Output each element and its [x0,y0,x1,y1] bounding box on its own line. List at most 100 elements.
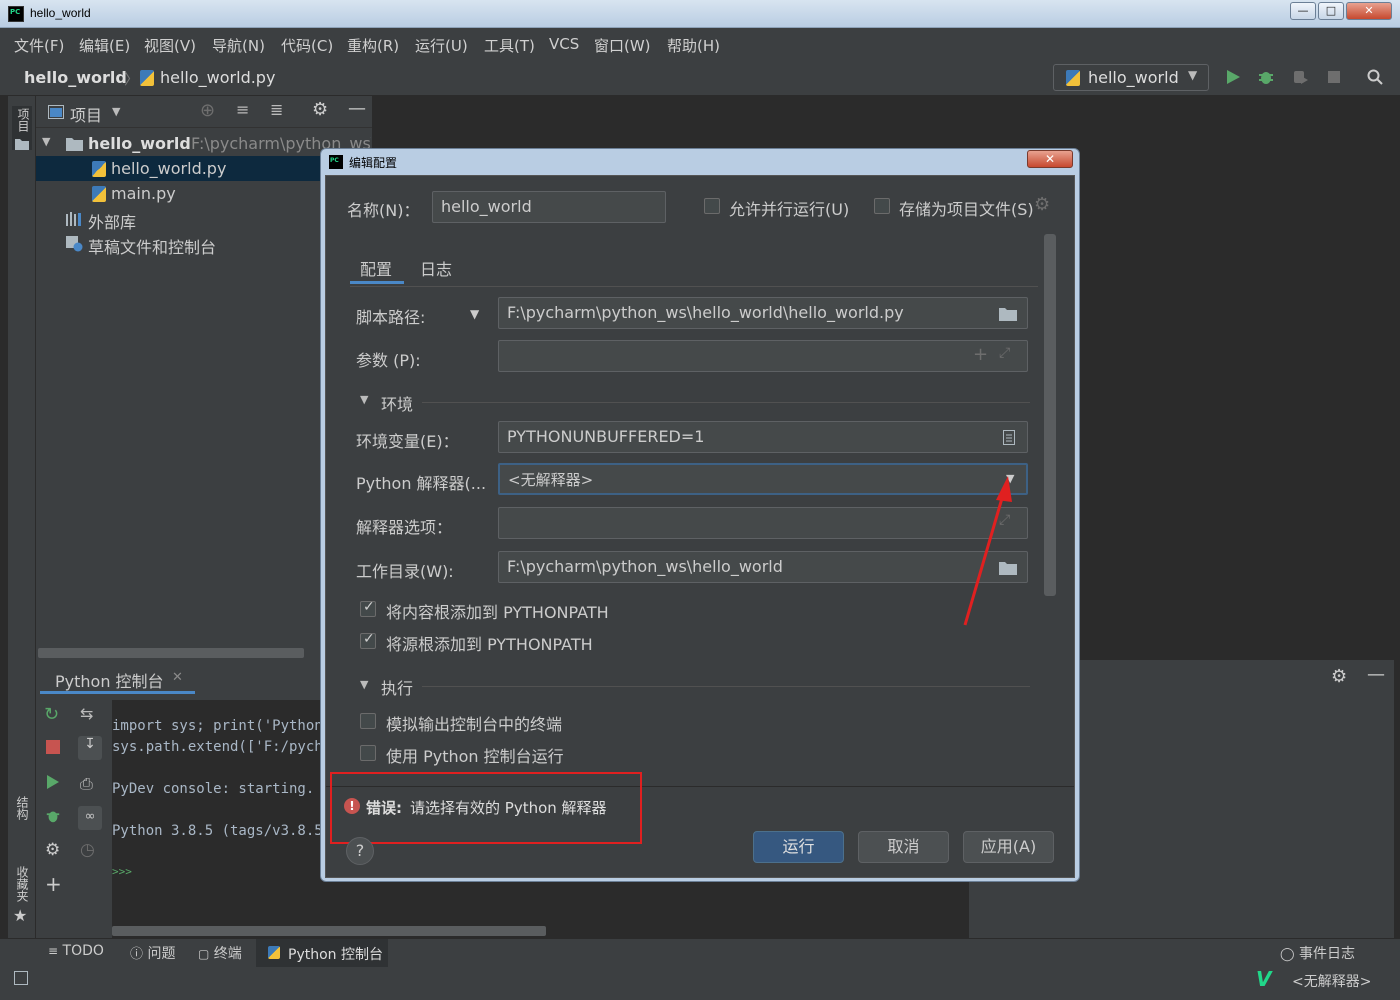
hide-panel-icon[interactable]: — [348,98,366,119]
interp-options-input[interactable]: ⤢ [498,507,1028,539]
console-prompt[interactable]: >>> [112,865,132,878]
run-button[interactable]: 运行 [753,831,844,863]
menu-window[interactable]: 窗口(W) [594,35,651,56]
structure-tool-tab[interactable]: 结构 [14,796,31,820]
pycharm-app-icon [329,155,343,169]
menu-vcs[interactable]: VCS [549,35,579,53]
stop-icon[interactable] [1325,68,1343,86]
minimize-button[interactable]: — [1290,2,1316,20]
menu-tools[interactable]: 工具(T) [484,35,535,56]
params-input[interactable]: + ⤢ [498,340,1028,372]
run-icon[interactable] [1224,68,1242,86]
dialog-close-button[interactable]: ✕ [1027,150,1073,168]
debug-icon[interactable] [1257,68,1275,86]
store-as-file-checkbox[interactable] [874,198,890,214]
status-interpreter[interactable]: <无解释器> [1292,971,1371,991]
run-with-console-checkbox[interactable] [360,745,376,761]
tab-logs-label: 日志 [420,260,453,279]
soft-wrap-icon[interactable]: ⇆ [80,704,93,723]
search-icon[interactable] [1366,68,1384,86]
coverage-icon[interactable] [1291,68,1309,86]
vertical-scrollbar[interactable] [1044,234,1056,596]
collapse-all-icon[interactable]: ≣ [270,100,283,119]
env-vars-input[interactable]: PYTHONUNBUFFERED=1 [498,421,1028,453]
tab-config[interactable]: 配置 [350,248,404,284]
project-view-selector[interactable]: 项目 [70,102,102,126]
terminal-icon: ▢ [198,947,210,961]
document-icon[interactable] [1003,430,1015,445]
gear-icon[interactable]: ⚙ [312,99,328,120]
locate-icon[interactable]: ⊕ [200,100,215,121]
close-window-button[interactable]: ✕ [1346,2,1392,20]
chevron-down-icon: ▼ [1188,68,1198,82]
add-icon[interactable]: + [45,872,62,896]
workdir-input[interactable]: F:\pycharm\python_ws\hello_world [498,551,1028,583]
console-tab[interactable]: Python 控制台 ✕ [40,666,195,694]
interpreter-value: <无解释器> [508,471,594,489]
bottom-tab-python-console[interactable]: Python 控制台 [256,939,388,967]
gear-icon[interactable]: ⚙ [1331,666,1347,687]
bottom-tab-todo[interactable]: ≡ TODO [48,943,104,959]
console-line: import sys; print('Python [112,718,323,734]
chevron-down-icon[interactable]: ▼ [470,307,479,321]
name-input[interactable]: hello_world [432,191,666,223]
vim-plugin-icon[interactable]: V [1256,967,1271,991]
menu-edit[interactable]: 编辑(E) [79,35,130,56]
apply-button[interactable]: 应用(A) [963,831,1054,863]
interpreter-select[interactable]: <无解释器> ▼ [498,463,1028,495]
run-icon[interactable] [46,774,60,790]
help-button[interactable]: ? [346,837,374,865]
console-tab-label: Python 控制台 [55,672,164,691]
hide-panel-icon[interactable]: — [1367,664,1385,685]
allow-parallel-checkbox[interactable] [704,198,720,214]
debug-icon[interactable] [45,808,61,824]
menu-file[interactable]: 文件(F) [14,35,64,56]
bottom-tab-label: 终端 [213,946,242,962]
scroll-to-end-icon[interactable]: ↧ [78,736,102,760]
print-icon[interactable]: ⎙ [80,774,93,794]
tab-logs[interactable]: 日志 [410,248,460,284]
add-content-roots-checkbox[interactable] [360,599,376,617]
chevron-down-icon[interactable]: ▼ [360,678,368,691]
bottom-tab-problems[interactable]: ⓘ 问题 [130,943,175,963]
chevron-down-icon[interactable]: ▼ [360,393,368,406]
menu-navigate[interactable]: 导航(N) [212,35,265,56]
gear-icon[interactable]: ⚙ [1034,194,1050,215]
chevron-down-icon[interactable]: ▼ [112,105,120,118]
add-source-roots-checkbox[interactable] [360,631,376,649]
toggle-tool-windows-icon[interactable] [14,971,28,985]
cancel-button[interactable]: 取消 [858,831,949,863]
emulate-terminal-checkbox[interactable] [360,713,376,729]
menu-help[interactable]: 帮助(H) [667,35,720,56]
store-as-file-label: 存储为项目文件(S) [899,200,1034,219]
favorites-tool-tab[interactable]: 收藏夹 [14,866,31,902]
stop-icon[interactable] [46,740,60,754]
tab-config-label: 配置 [360,260,393,279]
event-log-tab[interactable]: ◯ 事件日志 [1280,943,1355,963]
script-path-input[interactable]: F:\pycharm\python_ws\hello_world\hello_w… [498,297,1028,329]
horizontal-scrollbar[interactable] [38,648,304,658]
python-console-icon [268,946,280,959]
menu-code[interactable]: 代码(C) [281,35,333,56]
expand-all-icon[interactable]: ≡ [236,100,249,119]
error-highlight-box [330,772,642,844]
add-icon[interactable]: + [973,344,988,365]
menu-refactor[interactable]: 重构(R) [347,35,399,56]
rerun-icon[interactable]: ↻ [44,704,59,725]
menu-run[interactable]: 运行(U) [415,35,468,56]
history-icon[interactable]: ◷ [80,840,95,860]
horizontal-scrollbar[interactable] [112,926,546,936]
breadcrumb-project[interactable]: hello_world [24,68,127,87]
show-variables-icon[interactable]: ∞ [78,806,102,830]
expand-icon[interactable]: ⤢ [999,345,1010,361]
bottom-tab-terminal[interactable]: ▢ 终端 [198,943,242,963]
gear-icon[interactable]: ⚙ [45,840,60,860]
folder-browse-icon[interactable] [999,307,1017,321]
menu-view[interactable]: 视图(V) [144,35,196,56]
close-icon[interactable]: ✕ [172,670,183,685]
maximize-button[interactable]: □ [1318,2,1344,20]
run-config-selector[interactable]: hello_world ▼ [1053,64,1209,91]
breadcrumb-file[interactable]: hello_world.py [160,68,275,87]
chevron-down-icon[interactable]: ▼ [42,135,50,148]
allow-parallel-label: 允许并行运行(U) [729,200,850,219]
